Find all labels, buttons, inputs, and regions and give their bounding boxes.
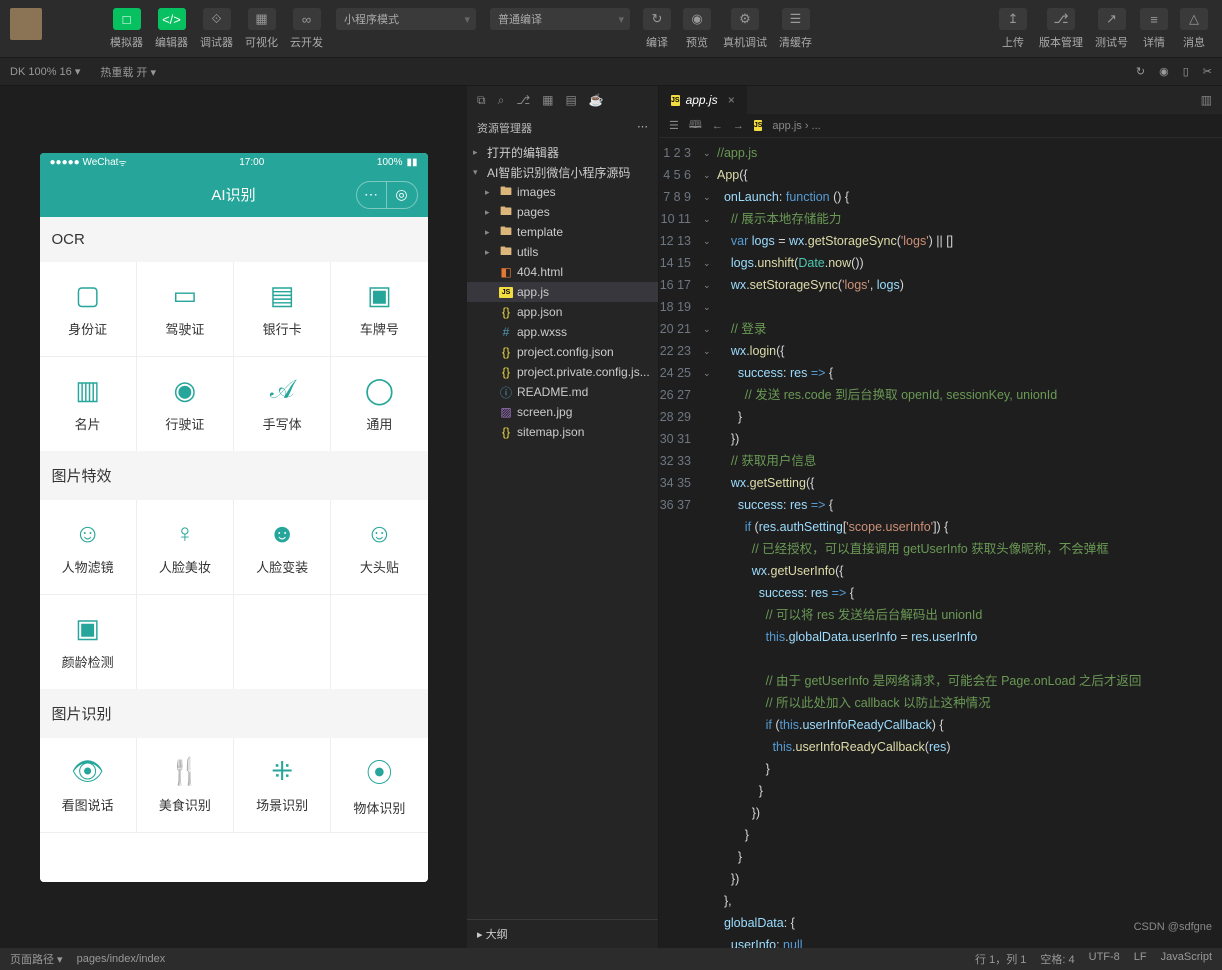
cell-车牌号[interactable]: ▣车牌号 (331, 262, 427, 356)
tree-AI智能识别微信小程序源码[interactable]: ▾AI智能识别微信小程序源码 (467, 162, 658, 182)
cell-人脸美妆[interactable]: ♀人脸美妆 (137, 500, 233, 594)
message-button[interactable]: △消息 (1176, 8, 1212, 50)
cell-人脸变装[interactable]: ☻人脸变装 (234, 500, 330, 594)
back-icon[interactable]: ← (712, 120, 723, 132)
tree-project.config.json[interactable]: {}project.config.json (467, 342, 658, 362)
cell-人物滤镜[interactable]: ☺人物滤镜 (40, 500, 136, 594)
split-icon[interactable]: ▥ (1191, 93, 1222, 107)
capsule[interactable]: ⋯◎ (356, 181, 418, 209)
more-icon[interactable]: ⋯ (637, 120, 648, 136)
section-ocr: OCR (40, 217, 428, 262)
compile-button[interactable]: ↻编译 (639, 8, 675, 50)
cell-颜龄检测[interactable]: ▣颜龄检测 (40, 595, 136, 689)
hotreload-toggle[interactable]: 热重载 开 ▾ (100, 64, 156, 80)
upload-button[interactable]: ↥上传 (995, 8, 1031, 50)
code-editor[interactable]: 1 2 3 4 5 6 7 8 9 10 11 12 13 14 15 16 1… (659, 138, 1222, 948)
phone-statusbar: ●●●●● WeChatᯤ 17:00 100%▮▮ (40, 153, 428, 173)
tab-app-js[interactable]: JSapp.js× (659, 86, 747, 114)
status-bar: 页面路径 ▾ pages/index/index 行 1，列 1 空格: 4 U… (0, 948, 1222, 970)
outline-header[interactable]: ▸ 大纲 (467, 919, 658, 948)
refresh-icon[interactable]: ↻ (1136, 65, 1145, 78)
cell-身份证[interactable]: ▢身份证 (40, 262, 136, 356)
tree-README.md[interactable]: ⓘREADME.md (467, 382, 658, 402)
explorer-title: 资源管理器 (477, 120, 532, 136)
search-icon[interactable]: ⌕ (498, 93, 505, 108)
section-fx: 图片特效 (40, 451, 428, 500)
version-button[interactable]: ⎇版本管理 (1035, 8, 1087, 50)
files-icon[interactable]: ⧉ (477, 93, 486, 108)
tree-sitemap.json[interactable]: {}sitemap.json (467, 422, 658, 442)
page-value: pages/index/index (77, 953, 166, 965)
encoding[interactable]: UTF-8 (1089, 951, 1120, 967)
cloud-button[interactable]: ∞云开发 (286, 8, 327, 50)
cell-银行卡[interactable]: ▤银行卡 (234, 262, 330, 356)
avatar[interactable] (10, 8, 42, 40)
page-path[interactable]: 页面路径 ▾ (10, 951, 63, 967)
tree-utils[interactable]: ▸🖿utils (467, 242, 658, 262)
tree-app.wxss[interactable]: #app.wxss (467, 322, 658, 342)
cut-icon[interactable]: ✂ (1203, 65, 1212, 78)
tree-app.json[interactable]: {}app.json (467, 302, 658, 322)
compile-select[interactable]: 普通编译 (490, 8, 630, 30)
cell-美食识别[interactable]: 🍴美食识别 (137, 738, 233, 832)
tree-打开的编辑器[interactable]: ▸打开的编辑器 (467, 142, 658, 162)
debugger-button[interactable]: ⟐调试器 (196, 8, 237, 50)
tree-project.private.config.js...[interactable]: {}project.private.config.js... (467, 362, 658, 382)
tree-template[interactable]: ▸🖿template (467, 222, 658, 242)
explorer-icons: ⧉ ⌕ ⎇ ▦ ▤ ☕ (467, 86, 658, 114)
editor-panel: JSapp.js× ▥ ☰ 🕮 ← → JS app.js › ... 1 2 … (659, 86, 1222, 948)
top-toolbar: □模拟器 </>编辑器 ⟐调试器 ▦可视化 ∞云开发 小程序模式 普通编译 ↻编… (0, 0, 1222, 58)
cell-驾驶证[interactable]: ▭驾驶证 (137, 262, 233, 356)
detail-button[interactable]: ≡详情 (1136, 8, 1172, 50)
cell-手写体[interactable]: 𝒜手写体 (234, 357, 330, 451)
device-icon[interactable]: ▯ (1183, 65, 1189, 78)
list-icon[interactable]: ☰ (669, 119, 679, 132)
db-icon[interactable]: ▤ (565, 93, 576, 107)
record-icon[interactable]: ◉ (1159, 65, 1169, 78)
forward-icon[interactable]: → (733, 120, 744, 132)
bookmark-icon[interactable]: 🕮 (689, 116, 702, 135)
editor-button[interactable]: </>编辑器 (151, 8, 192, 50)
eol[interactable]: LF (1134, 951, 1147, 967)
cell-看图说话[interactable]: 👁看图说话 (40, 738, 136, 832)
explorer-panel: ⧉ ⌕ ⎇ ▦ ▤ ☕ 资源管理器 ⋯ ▸打开的编辑器▾AI智能识别微信小程序源码… (467, 86, 659, 948)
visualize-button[interactable]: ▦可视化 (241, 8, 282, 50)
editor-tabs: JSapp.js× ▥ (659, 86, 1222, 114)
phone-navbar: AI识别 ⋯◎ (40, 173, 428, 217)
test-button[interactable]: ↗测试号 (1091, 8, 1132, 50)
cell-物体识别[interactable]: ⦿物体识别 (331, 738, 427, 832)
cell-名片[interactable]: ▥名片 (40, 357, 136, 451)
page-title: AI识别 (211, 184, 255, 205)
tree-404.html[interactable]: ◧404.html (467, 262, 658, 282)
branch-icon[interactable]: ⎇ (516, 93, 530, 107)
simulator-panel: ●●●●● WeChatᯤ 17:00 100%▮▮ AI识别 ⋯◎ OCR ▢… (0, 86, 467, 948)
preview-button[interactable]: ◉预览 (679, 8, 715, 50)
clear-button[interactable]: ☰清缓存 (775, 8, 816, 50)
language[interactable]: JavaScript (1161, 951, 1212, 967)
cursor-pos[interactable]: 行 1，列 1 (975, 951, 1026, 967)
tree-images[interactable]: ▸🖿images (467, 182, 658, 202)
watermark: CSDN @sdfgne (1134, 921, 1212, 933)
section-rec: 图片识别 (40, 689, 428, 738)
indent[interactable]: 空格: 4 (1040, 951, 1074, 967)
simulator-button[interactable]: □模拟器 (106, 8, 147, 50)
sub-toolbar: DK 100% 16 ▾ 热重载 开 ▾ ↻ ◉ ▯ ✂ (0, 58, 1222, 86)
cell-行驶证[interactable]: ◉行驶证 (137, 357, 233, 451)
device-select[interactable]: DK 100% 16 ▾ (10, 65, 80, 78)
remote-button[interactable]: ⚙真机调试 (719, 8, 771, 50)
menu-icon: ⋯ (357, 182, 387, 208)
close-icon[interactable]: × (728, 93, 735, 107)
tree-app.js[interactable]: JSapp.js (467, 282, 658, 302)
close-icon: ◎ (387, 182, 417, 208)
cell-通用[interactable]: ◯通用 (331, 357, 427, 451)
cup-icon[interactable]: ☕ (589, 93, 604, 107)
tree-screen.jpg[interactable]: ▨screen.jpg (467, 402, 658, 422)
cell-场景识别[interactable]: ⁜场景识别 (234, 738, 330, 832)
tree-pages[interactable]: ▸🖿pages (467, 202, 658, 222)
phone-frame: ●●●●● WeChatᯤ 17:00 100%▮▮ AI识别 ⋯◎ OCR ▢… (40, 153, 428, 882)
ext-icon[interactable]: ▦ (542, 93, 553, 107)
breadcrumb: ☰ 🕮 ← → JS app.js › ... (659, 114, 1222, 138)
cell-大头贴[interactable]: ☺大头贴 (331, 500, 427, 594)
mode-select[interactable]: 小程序模式 (336, 8, 476, 30)
